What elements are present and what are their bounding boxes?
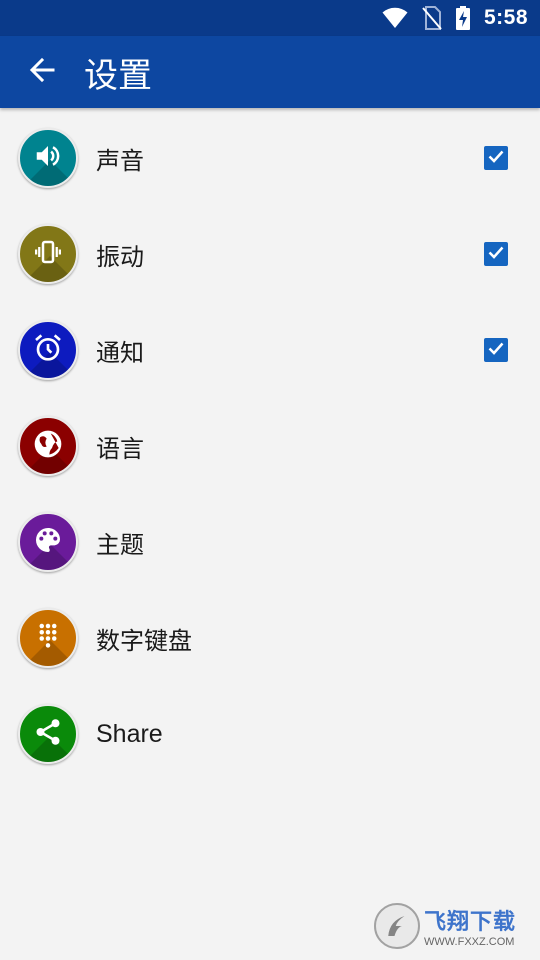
settings-item-label: 主题 <box>96 530 144 559</box>
vibration-checkbox[interactable] <box>484 242 508 266</box>
settings-item-label: 声音 <box>96 146 144 175</box>
status-bar: 5:58 <box>0 0 540 36</box>
checkmark-icon <box>486 242 506 266</box>
settings-item-vibration[interactable]: 振动 <box>0 206 540 302</box>
checkmark-icon <box>486 146 506 170</box>
item-icon-circle <box>18 704 78 764</box>
dialpad-icon <box>33 621 63 655</box>
settings-item-share[interactable]: Share <box>0 686 540 782</box>
globe-icon <box>32 428 64 464</box>
item-icon-circle <box>18 320 78 380</box>
sound-checkbox[interactable] <box>484 146 508 170</box>
item-icon-circle <box>18 128 78 188</box>
settings-item-numpad[interactable]: 数字键盘 <box>0 590 540 686</box>
settings-item-label: 通知 <box>96 338 144 367</box>
page-title: 设置 <box>84 55 152 96</box>
settings-item-theme[interactable]: 主题 <box>0 494 540 590</box>
palette-icon <box>32 524 64 560</box>
back-button[interactable] <box>22 52 62 92</box>
item-icon-circle <box>18 224 78 284</box>
settings-item-label: 数字键盘 <box>96 626 192 655</box>
vibration-icon <box>33 237 63 271</box>
checkmark-icon <box>486 338 506 362</box>
settings-list: 声音 振动 通知 语言 主题 数字键盘 Share <box>0 110 540 782</box>
item-icon-circle <box>18 608 78 668</box>
status-time: 5:58 <box>483 6 528 29</box>
item-icon-circle <box>18 416 78 476</box>
app-bar: 设置 <box>0 36 540 108</box>
volume-icon <box>33 141 63 175</box>
watermark: 飞翔下载 WWW.FXXZ.COM <box>374 898 534 954</box>
watermark-logo-icon <box>374 903 420 949</box>
no-sim-icon <box>422 6 442 30</box>
settings-item-language[interactable]: 语言 <box>0 398 540 494</box>
share-icon <box>33 717 63 751</box>
battery-charging-icon <box>455 6 470 30</box>
notification-checkbox[interactable] <box>484 338 508 362</box>
wifi-icon <box>382 7 408 29</box>
settings-item-notification[interactable]: 通知 <box>0 302 540 398</box>
settings-item-label: 语言 <box>96 434 144 463</box>
settings-item-sound[interactable]: 声音 <box>0 110 540 206</box>
settings-item-label: Share <box>96 719 163 748</box>
alarm-clock-icon <box>32 332 64 368</box>
watermark-name: 飞翔下载 <box>424 910 517 935</box>
item-icon-circle <box>18 512 78 572</box>
arrow-back-icon <box>29 57 55 87</box>
watermark-url: WWW.FXXZ.COM <box>424 936 515 948</box>
settings-item-label: 振动 <box>96 242 144 271</box>
